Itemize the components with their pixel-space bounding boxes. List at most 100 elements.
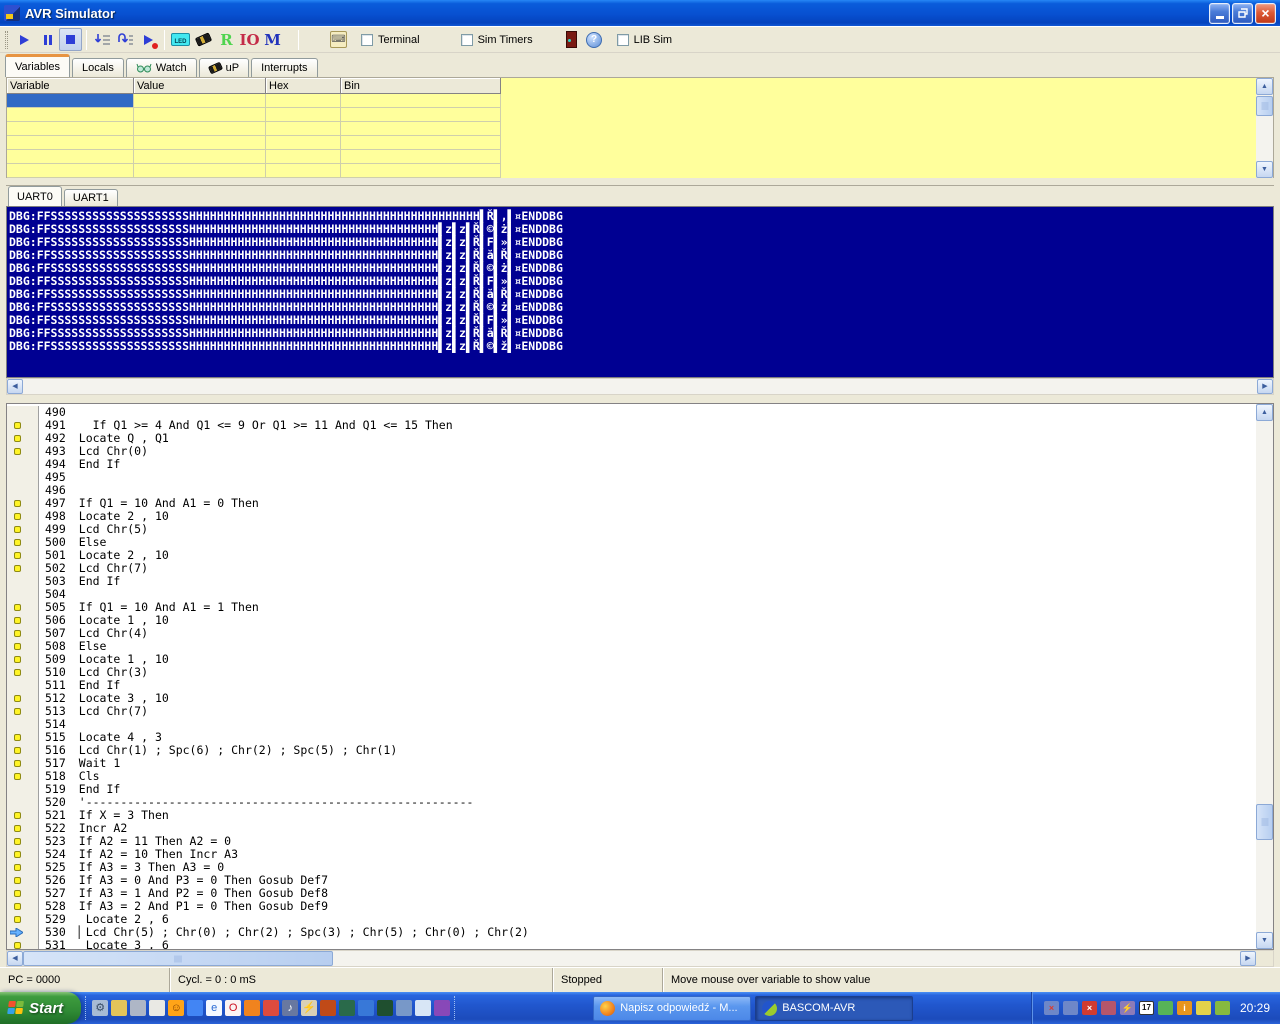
quicklaunch-chrome-icon[interactable] bbox=[263, 1000, 280, 1016]
table-cell[interactable] bbox=[7, 108, 134, 122]
code-line[interactable]: 517 Wait 1 bbox=[7, 757, 1256, 770]
step-over-button[interactable] bbox=[114, 28, 137, 51]
breakpoint-dot-icon[interactable] bbox=[7, 419, 39, 432]
terminal-checkbox[interactable]: Terminal bbox=[361, 33, 420, 46]
stop-button[interactable] bbox=[59, 28, 82, 51]
gutter-cell[interactable] bbox=[7, 458, 39, 471]
code-line[interactable]: 514 bbox=[7, 718, 1256, 731]
tray-info-icon[interactable]: i bbox=[1176, 1001, 1192, 1015]
close-button[interactable]: × bbox=[1255, 2, 1276, 24]
table-cell[interactable] bbox=[134, 150, 266, 164]
code-line[interactable]: 513 Lcd Chr(7) bbox=[7, 705, 1256, 718]
breakpoint-dot-icon[interactable] bbox=[7, 549, 39, 562]
gutter-cell[interactable] bbox=[7, 679, 39, 692]
code-line[interactable]: 491 If Q1 >= 4 And Q1 <= 9 Or Q1 >= 11 A… bbox=[7, 419, 1256, 432]
table-cell[interactable] bbox=[134, 94, 266, 108]
step-into-button[interactable] bbox=[91, 28, 114, 51]
table-cell[interactable] bbox=[341, 94, 501, 108]
breakpoint-dot-icon[interactable] bbox=[7, 770, 39, 783]
breakpoint-dot-icon[interactable] bbox=[7, 627, 39, 640]
breakpoint-dot-icon[interactable] bbox=[7, 653, 39, 666]
code-line[interactable]: 516 Lcd Chr(1) ; Spc(6) ; Chr(2) ; Spc(5)… bbox=[7, 744, 1256, 757]
tab-uart1[interactable]: UART1 bbox=[63, 189, 118, 206]
breakpoint-dot-icon[interactable] bbox=[7, 848, 39, 861]
table-row[interactable] bbox=[7, 136, 501, 150]
code-line[interactable]: 511 End If bbox=[7, 679, 1256, 692]
breakpoint-dot-icon[interactable] bbox=[7, 939, 39, 949]
column-header-hex[interactable]: Hex bbox=[266, 78, 341, 94]
column-header-variable[interactable]: Variable bbox=[7, 78, 134, 94]
table-cell[interactable] bbox=[341, 150, 501, 164]
lib-sim-checkbox[interactable]: LIB Sim bbox=[616, 33, 672, 46]
table-cell[interactable] bbox=[7, 164, 134, 178]
table-row[interactable] bbox=[7, 164, 501, 178]
scroll-up-icon[interactable]: ▲ bbox=[1256, 78, 1273, 95]
quicklaunch-tv-icon[interactable] bbox=[339, 1000, 356, 1016]
keyboard-button[interactable]: ⌨ bbox=[327, 28, 350, 51]
breakpoint-dot-icon[interactable] bbox=[7, 614, 39, 627]
quicklaunch-lightning-icon[interactable]: ⚡ bbox=[301, 1000, 318, 1016]
gutter-cell[interactable] bbox=[7, 575, 39, 588]
breakpoint-dot-icon[interactable] bbox=[7, 601, 39, 614]
breakpoint-dot-icon[interactable] bbox=[7, 705, 39, 718]
table-cell[interactable] bbox=[134, 122, 266, 136]
breakpoint-dot-icon[interactable] bbox=[7, 640, 39, 653]
code-line[interactable]: 503 End If bbox=[7, 575, 1256, 588]
tab-up[interactable]: uP bbox=[198, 58, 250, 77]
io-button[interactable]: IO bbox=[238, 28, 261, 51]
toolbar-grip[interactable] bbox=[5, 30, 8, 49]
gutter-cell[interactable] bbox=[7, 471, 39, 484]
breakpoint-dot-icon[interactable] bbox=[7, 861, 39, 874]
quicklaunch-server-icon[interactable] bbox=[130, 1000, 147, 1016]
breakpoint-dot-icon[interactable] bbox=[7, 497, 39, 510]
quicklaunch-watch-icon[interactable] bbox=[149, 1000, 166, 1016]
scroll-left-icon[interactable]: ◀ bbox=[7, 379, 23, 394]
quicklaunch-smiley-icon[interactable]: ☺ bbox=[168, 1000, 185, 1016]
table-cell[interactable] bbox=[341, 136, 501, 150]
table-cell[interactable] bbox=[341, 122, 501, 136]
chip-pins-button[interactable] bbox=[192, 28, 215, 51]
quicklaunch-bell-icon[interactable] bbox=[320, 1000, 337, 1016]
tray-network-offline-icon[interactable]: × bbox=[1043, 1001, 1059, 1015]
quicklaunch-gear-icon[interactable]: ⚙ bbox=[92, 1000, 109, 1016]
tray-app-icon[interactable] bbox=[1100, 1001, 1116, 1015]
terminal-hscrollbar[interactable]: ◀ ▶ bbox=[6, 378, 1274, 395]
run-to-cursor-button[interactable] bbox=[137, 28, 160, 51]
scrollbar-thumb[interactable] bbox=[1256, 96, 1273, 116]
exit-button[interactable] bbox=[560, 28, 583, 51]
tab-variables[interactable]: Variables bbox=[5, 54, 71, 77]
code-line[interactable]: 494 End If bbox=[7, 458, 1256, 471]
code-line[interactable]: 506 Locate 1 , 10 bbox=[7, 614, 1256, 627]
code-line[interactable]: 509 Locate 1 , 10 bbox=[7, 653, 1256, 666]
quicklaunch-opera-icon[interactable]: O bbox=[225, 1000, 242, 1016]
memory-button[interactable]: M bbox=[261, 28, 284, 51]
breakpoint-dot-icon[interactable] bbox=[7, 692, 39, 705]
help-button[interactable]: ? bbox=[583, 28, 606, 51]
table-cell[interactable] bbox=[266, 136, 341, 150]
tray-calendar-icon[interactable]: 17 bbox=[1138, 1001, 1154, 1015]
code-line[interactable]: 518 Cls bbox=[7, 770, 1256, 783]
table-cell[interactable] bbox=[266, 150, 341, 164]
code-line[interactable]: 500 Else bbox=[7, 536, 1256, 549]
code-line[interactable]: 497 If Q1 = 10 And A1 = 0 Then bbox=[7, 497, 1256, 510]
code-line[interactable]: 502 Lcd Chr(7) bbox=[7, 562, 1256, 575]
breakpoint-dot-icon[interactable] bbox=[7, 835, 39, 848]
scrollbar-thumb[interactable] bbox=[1256, 804, 1273, 841]
scroll-left-icon[interactable]: ◀ bbox=[7, 951, 23, 966]
restore-button[interactable] bbox=[1232, 2, 1253, 24]
table-cell[interactable] bbox=[266, 94, 341, 108]
breakpoint-dot-icon[interactable] bbox=[7, 666, 39, 679]
quicklaunch-photo-icon[interactable] bbox=[187, 1000, 204, 1016]
code-lines[interactable]: 490 491 If Q1 >= 4 And Q1 <= 9 Or Q1 >= 1… bbox=[7, 404, 1256, 949]
table-cell[interactable] bbox=[134, 164, 266, 178]
run-button[interactable] bbox=[13, 28, 36, 51]
gutter-cell[interactable] bbox=[7, 588, 39, 601]
table-cell[interactable] bbox=[134, 136, 266, 150]
tray-usb-icon[interactable] bbox=[1157, 1001, 1173, 1015]
table-cell[interactable] bbox=[341, 108, 501, 122]
breakpoint-dot-icon[interactable] bbox=[7, 432, 39, 445]
scroll-down-icon[interactable]: ▼ bbox=[1256, 932, 1273, 949]
current-line-arrow-icon[interactable] bbox=[7, 926, 39, 939]
table-cell[interactable] bbox=[7, 94, 134, 108]
breakpoint-dot-icon[interactable] bbox=[7, 523, 39, 536]
